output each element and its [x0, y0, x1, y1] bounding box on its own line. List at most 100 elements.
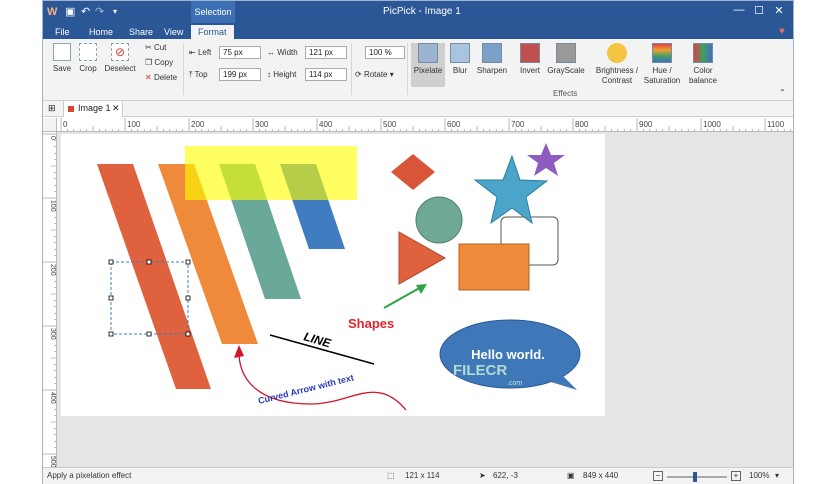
close-tab-icon[interactable]: ✕ [112, 103, 120, 114]
curved-arrow-label: Curved Arrow with text [257, 372, 355, 405]
h-ruler-tick-label: 1000 [703, 120, 721, 129]
copy-button[interactable]: ❐ Copy [145, 57, 173, 69]
tab-view[interactable]: View [164, 25, 183, 39]
zoom-slider[interactable] [667, 472, 727, 482]
sharpen-button[interactable]: Sharpen [475, 43, 509, 76]
image-canvas[interactable]: Shapes LINE Curved Arrow with text Hello… [61, 134, 605, 416]
delete-button[interactable]: ✕ Delete [145, 72, 177, 84]
horizontal-ruler: 0 100 200 300 400 500 600 700 800 900 1000 1100 [57, 118, 793, 132]
crop-icon [79, 43, 97, 61]
v-ruler-tick-label: 0 [49, 136, 56, 140]
top-arrow-icon: ⤒ [189, 70, 193, 79]
tab-home[interactable]: Home [89, 25, 113, 39]
brightness-icon [607, 43, 627, 63]
brightness-label: Brightness / Contrast [595, 66, 639, 85]
circle-shape [415, 196, 463, 244]
zoom-level[interactable]: 100% [749, 468, 769, 484]
deselect-icon: ⊘ [111, 43, 129, 61]
tab-share[interactable]: Share [129, 25, 153, 39]
cursor-position: 622, -3 [493, 471, 518, 480]
image-tab[interactable]: Image 1 ✕ [63, 101, 123, 117]
rotate-button[interactable]: ⟳ Rotate ▾ [355, 69, 394, 81]
context-tab-selection: Selection [191, 1, 235, 23]
app-window: W ▣ ↶ ↷ ▾ Selection PicPick - Image 1 — … [42, 0, 794, 484]
blur-button[interactable]: Blur [447, 43, 473, 76]
app-logo-icon: W [47, 6, 58, 18]
curved-arrowhead [234, 345, 244, 358]
color-balance-button[interactable]: Color balance [683, 43, 723, 86]
heart-icon[interactable]: ♥ [779, 25, 785, 39]
copy-label: Copy [154, 58, 174, 67]
h-ruler-tick-label: 400 [319, 120, 333, 129]
canvas-area[interactable]: Shapes LINE Curved Arrow with text Hello… [57, 132, 793, 467]
document-tabs: ⊞ Image 1 ✕ [43, 101, 793, 117]
sharpen-label: Sharpen [476, 66, 508, 75]
left-arrow-icon: ⇤ [189, 48, 196, 57]
blur-icon [450, 43, 470, 63]
green-arrow-line [383, 285, 424, 309]
minimize-icon[interactable]: — [729, 4, 749, 16]
color-balance-icon [693, 43, 713, 63]
status-bar: Apply a pixelation effect ⬚ 121 x 114 ➤ … [43, 467, 793, 484]
effects-group-label: Effects [553, 89, 578, 98]
crop-label: Crop [79, 64, 97, 73]
v-ruler-tick-label: 200 [49, 264, 56, 276]
zoom-slider-thumb[interactable] [693, 472, 697, 482]
save-quick-icon[interactable]: ▣ [65, 5, 75, 19]
close-icon[interactable]: ✕ [769, 4, 789, 17]
ribbon-tabs: File Home Share View Format ♥ [43, 23, 793, 39]
orange-rectangle-shape [458, 243, 530, 291]
hue-label: Hue / Saturation [643, 66, 681, 85]
pixelate-button[interactable]: Pixelate [411, 43, 445, 87]
status-hint: Apply a pixelation effect [47, 471, 132, 480]
grayscale-icon [556, 43, 576, 63]
v-ruler-tick-label: 400 [49, 392, 56, 404]
zoom-input[interactable]: 100 % [365, 46, 405, 59]
zoom-dropdown-icon[interactable]: ▾ [775, 468, 779, 484]
h-ruler-tick-label: 700 [511, 120, 525, 129]
delete-label: Delete [153, 73, 178, 82]
image-size: 849 x 440 [583, 471, 619, 480]
grayscale-button[interactable]: GrayScale [547, 43, 585, 76]
crop-button[interactable]: Crop [71, 43, 105, 73]
quick-access-dropdown-icon[interactable]: ▾ [113, 5, 117, 19]
zoom-in-button[interactable]: + [731, 471, 741, 481]
width-input[interactable]: 121 px [305, 46, 347, 59]
h-ruler-tick-label: 200 [191, 120, 205, 129]
grayscale-label: GrayScale [547, 66, 585, 75]
grid-view-icon[interactable]: ⊞ [48, 103, 56, 114]
top-input[interactable]: 199 px [219, 68, 261, 81]
invert-button[interactable]: Invert [515, 43, 545, 76]
brightness-contrast-button[interactable]: Brightness / Contrast [593, 43, 641, 86]
tab-format[interactable]: Format [191, 25, 234, 39]
color-balance-label: Color balance [688, 66, 718, 85]
maximize-icon[interactable]: ☐ [749, 4, 769, 17]
h-ruler-tick-label: 100 [127, 120, 141, 129]
zoom-out-button[interactable]: − [653, 471, 663, 481]
pixelate-label: Pixelate [413, 66, 443, 75]
h-ruler-tick-label: 0 [63, 120, 68, 129]
yellow-highlight [185, 146, 357, 200]
undo-icon[interactable]: ↶ [81, 5, 90, 19]
hue-saturation-button[interactable]: Hue / Saturation [641, 43, 683, 86]
hue-icon [652, 43, 672, 63]
deselect-button[interactable]: ⊘ Deselect [101, 43, 139, 73]
redo-icon[interactable]: ↷ [95, 5, 104, 19]
invert-label: Invert [519, 66, 540, 75]
height-input[interactable]: 114 px [305, 68, 347, 81]
cut-icon: ✂ [145, 43, 152, 52]
title-bar: W ▣ ↶ ↷ ▾ Selection PicPick - Image 1 — … [43, 1, 793, 23]
ribbon-separator [407, 43, 408, 95]
blue-star-shape [473, 154, 549, 225]
collapse-ribbon-icon[interactable]: ⌃ [779, 87, 786, 99]
v-ruler-tick-label: 500 [49, 456, 56, 467]
width-icon: ↔ [267, 48, 275, 57]
left-input[interactable]: 75 px [219, 46, 261, 59]
tab-file[interactable]: File [55, 25, 70, 39]
h-ruler-tick-label: 600 [447, 120, 461, 129]
cut-button[interactable]: ✂ Cut [145, 42, 166, 54]
sharpen-icon [482, 43, 502, 63]
v-ruler-tick-label: 300 [49, 328, 56, 340]
watermark-text: FILECR [453, 362, 507, 379]
image-tab-label: Image 1 [78, 103, 111, 113]
